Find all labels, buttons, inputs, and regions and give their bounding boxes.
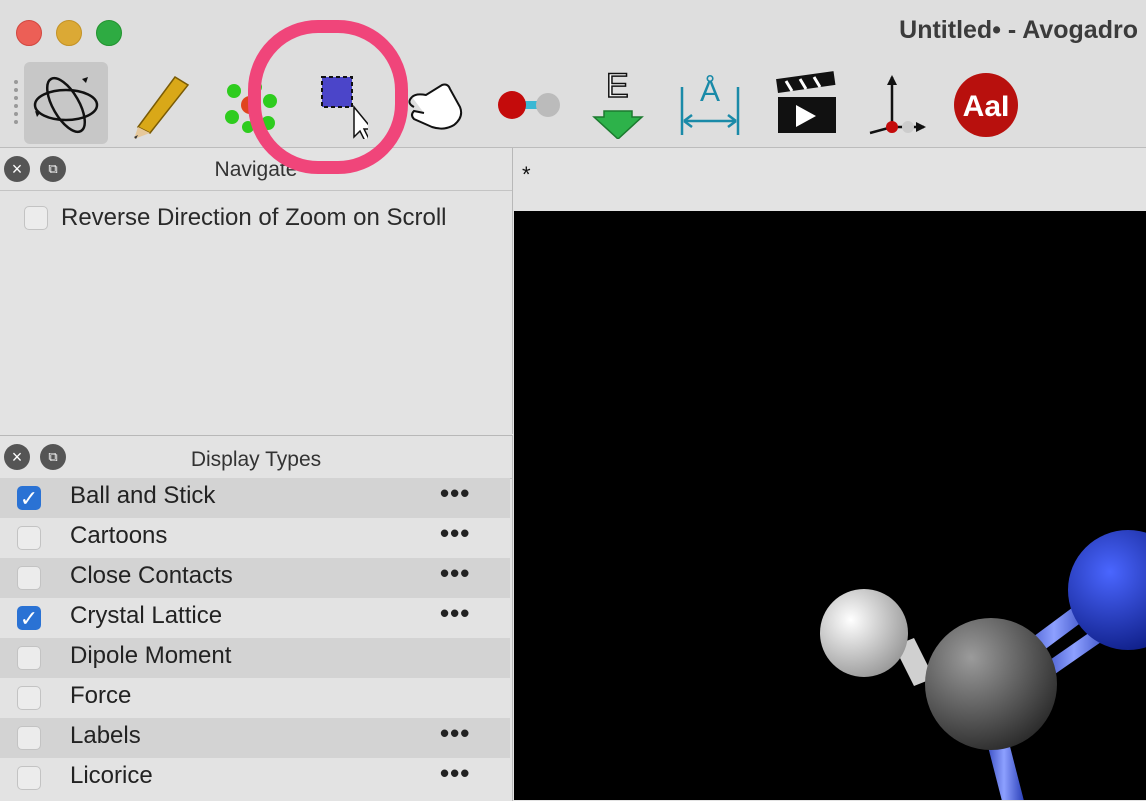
auto-optimize-tool-button[interactable]: E xyxy=(576,62,660,144)
display-type-label: Force xyxy=(70,682,132,709)
display-types-dock-header: × ⧉ Display Types xyxy=(0,436,512,479)
angstrom-measure-icon: Å xyxy=(680,75,740,135)
display-type-checkbox[interactable] xyxy=(17,686,41,710)
display-type-checkbox[interactable] xyxy=(17,526,41,550)
svg-text:E: E xyxy=(606,67,629,105)
settings-more-icon[interactable]: ••• xyxy=(440,518,470,549)
settings-more-icon[interactable]: ••• xyxy=(440,718,470,749)
display-type-label: Dipole Moment xyxy=(70,642,232,669)
display-types-dock: × ⧉ Display Types Ball and Stick ••• Car… xyxy=(0,435,513,801)
navigate-dock: × ⧉ Navigate Reverse Direction of Zoom o… xyxy=(0,148,513,434)
svg-text:Å: Å xyxy=(700,75,720,108)
viewport-tab[interactable]: * xyxy=(522,162,531,188)
minimize-window-button[interactable] xyxy=(56,20,82,46)
align-tool-button[interactable] xyxy=(852,62,936,144)
hydrogen-atom xyxy=(820,589,908,677)
display-types-dock-title: Display Types xyxy=(190,448,322,471)
display-type-row-cartoons[interactable]: Cartoons ••• xyxy=(0,518,510,558)
display-type-checkbox[interactable] xyxy=(17,606,41,630)
display-type-checkbox[interactable] xyxy=(17,726,41,750)
display-type-checkbox[interactable] xyxy=(17,646,41,670)
label-tool-button[interactable]: AaI xyxy=(944,62,1028,144)
molecule-icon xyxy=(225,81,277,133)
display-type-label: Close Contacts xyxy=(70,562,233,589)
display-type-checkbox[interactable] xyxy=(17,566,41,590)
display-type-row-labels[interactable]: Labels ••• xyxy=(0,718,510,758)
viewport-tab-bar: * xyxy=(514,148,1146,211)
navigate-tool-button[interactable] xyxy=(24,62,108,144)
hand-icon xyxy=(408,83,463,130)
settings-more-icon[interactable]: ••• xyxy=(440,758,470,789)
navigate-dock-header: × ⧉ Navigate xyxy=(0,148,512,191)
display-type-row-crystal-lattice[interactable]: Crystal Lattice ••• xyxy=(0,598,510,638)
title-bar: Untitled• - Avogadro xyxy=(0,0,1146,62)
display-type-label: Cartoons xyxy=(70,522,168,549)
svg-text:AaI: AaI xyxy=(963,90,1010,123)
display-type-label: Crystal Lattice xyxy=(70,602,223,629)
settings-more-icon[interactable]: ••• xyxy=(440,478,470,509)
display-type-row-force[interactable]: Force xyxy=(0,678,510,718)
toolbar-grip[interactable] xyxy=(12,76,20,136)
navigate-dock-title: Navigate xyxy=(214,158,298,181)
display-type-row-ball-and-stick[interactable]: Ball and Stick ••• xyxy=(0,478,510,518)
reverse-zoom-checkbox[interactable] xyxy=(24,206,48,230)
pencil-icon xyxy=(134,76,190,139)
measure-tool-button[interactable]: Å xyxy=(668,62,752,144)
animation-tool-button[interactable] xyxy=(760,62,844,144)
settings-more-icon[interactable]: ••• xyxy=(440,558,470,589)
settings-more-icon[interactable]: ••• xyxy=(440,598,470,629)
reverse-zoom-option[interactable]: Reverse Direction of Zoom on Scroll xyxy=(24,204,446,232)
text-label-icon: AaI xyxy=(954,73,1018,137)
carbon-atom xyxy=(925,618,1057,750)
nitrogen-atom xyxy=(1068,530,1146,650)
display-type-row-dipole-moment[interactable]: Dipole Moment xyxy=(0,638,510,678)
molecule-render xyxy=(820,530,1146,800)
molecule-viewport[interactable] xyxy=(514,211,1146,800)
zoom-window-button[interactable] xyxy=(96,20,122,46)
display-type-row-close-contacts[interactable]: Close Contacts ••• xyxy=(0,558,510,598)
energy-down-icon: E xyxy=(592,67,644,139)
display-type-checkbox[interactable] xyxy=(17,486,41,510)
axes-icon xyxy=(869,75,926,135)
selection-tool-button[interactable] xyxy=(290,62,374,144)
display-type-row-licorice[interactable]: Licorice ••• xyxy=(0,758,510,798)
clapperboard-icon xyxy=(776,71,836,133)
display-types-list: Ball and Stick ••• Cartoons ••• Close Co… xyxy=(0,478,510,798)
reverse-zoom-label: Reverse Direction of Zoom on Scroll xyxy=(61,204,447,231)
template-tool-button[interactable] xyxy=(206,62,290,144)
close-window-button[interactable] xyxy=(16,20,42,46)
display-type-label: Licorice xyxy=(70,762,153,789)
draw-tool-button[interactable] xyxy=(114,62,198,144)
display-type-label: Ball and Stick xyxy=(70,482,216,509)
orbit-icon xyxy=(33,76,99,134)
tool-bar: E Å AaI xyxy=(0,62,1146,148)
selection-icon xyxy=(321,76,368,139)
display-type-label: Labels xyxy=(70,722,141,749)
display-type-checkbox[interactable] xyxy=(17,766,41,790)
manipulate-tool-button[interactable] xyxy=(392,62,476,144)
window-title: Untitled• - Avogadro xyxy=(899,16,1138,44)
bond-centric-tool-button[interactable] xyxy=(486,62,570,144)
bond-icon xyxy=(498,91,560,119)
